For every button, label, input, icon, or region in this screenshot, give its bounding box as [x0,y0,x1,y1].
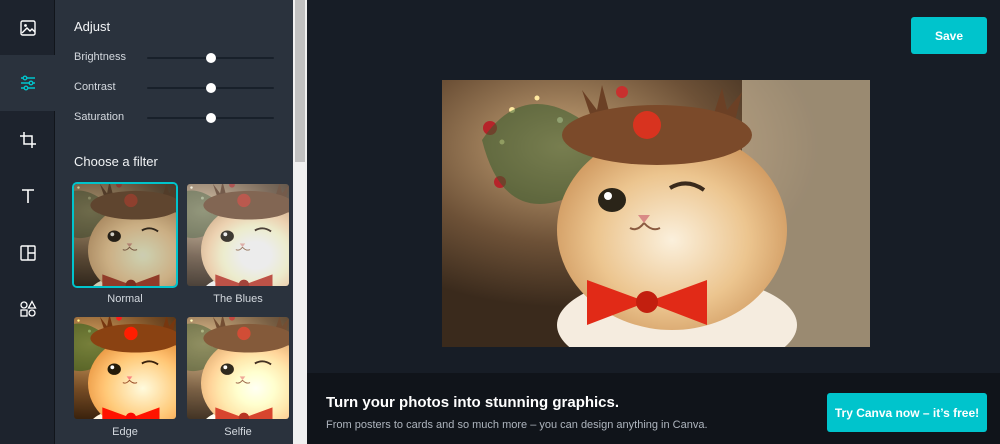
saturation-slider[interactable]: Saturation [74,110,279,126]
scrollbar-thumb[interactable] [295,0,305,162]
crop-icon [19,132,36,148]
filter-selfie-label: Selfie [224,426,252,438]
saturation-knob[interactable] [205,113,216,123]
tool-rail [0,0,55,444]
contrast-label: Contrast [74,81,116,93]
filter-normal-label: Normal [107,293,143,305]
promo-subtitle: From posters to cards and so much more –… [326,419,708,431]
save-button[interactable]: Save [911,17,987,54]
rail-text-button[interactable] [0,168,55,224]
saturation-label: Saturation [74,111,125,123]
brightness-slider[interactable]: Brightness [74,50,279,66]
contrast-slider[interactable]: Contrast [74,80,279,96]
filter-the-blues-label: The Blues [213,293,263,305]
saturation-track[interactable] [147,113,274,123]
contrast-track[interactable] [147,83,274,93]
promo-title: Turn your photos into stunning graphics. [326,394,620,411]
filter-heading: Choose a filter [74,154,158,169]
rail-crop-button[interactable] [0,112,55,168]
filter-edge-label: Edge [112,426,138,438]
sliders-icon [20,75,35,91]
filter-selfie-thumb[interactable] [187,317,289,419]
brightness-track[interactable] [147,53,274,63]
text-icon [21,189,34,203]
contrast-knob[interactable] [205,83,216,93]
image-icon [19,20,36,36]
rail-adjust-button[interactable] [0,55,55,111]
brightness-label: Brightness [74,51,126,63]
panel-scrollbar[interactable] [293,0,307,444]
try-canva-button[interactable]: Try Canva now – it’s free! [827,393,987,432]
layout-icon [19,245,36,261]
filter-the-blues-thumb[interactable] [187,184,289,286]
adjust-heading: Adjust [74,19,111,34]
promo-bar: Turn your photos into stunning graphics.… [307,373,1000,444]
rail-layout-button[interactable] [0,225,55,281]
edited-photo[interactable] [442,80,870,347]
shapes-icon [19,300,37,317]
rail-elements-button[interactable] [0,281,55,337]
brightness-knob[interactable] [205,53,216,63]
adjust-panel: Adjust Brightness Contrast Saturation Ch… [55,0,293,444]
filter-normal-thumb[interactable] [74,184,176,286]
filter-edge-thumb[interactable] [74,317,176,419]
cat-photo-image [442,80,870,347]
rail-photos-button[interactable] [0,0,55,56]
